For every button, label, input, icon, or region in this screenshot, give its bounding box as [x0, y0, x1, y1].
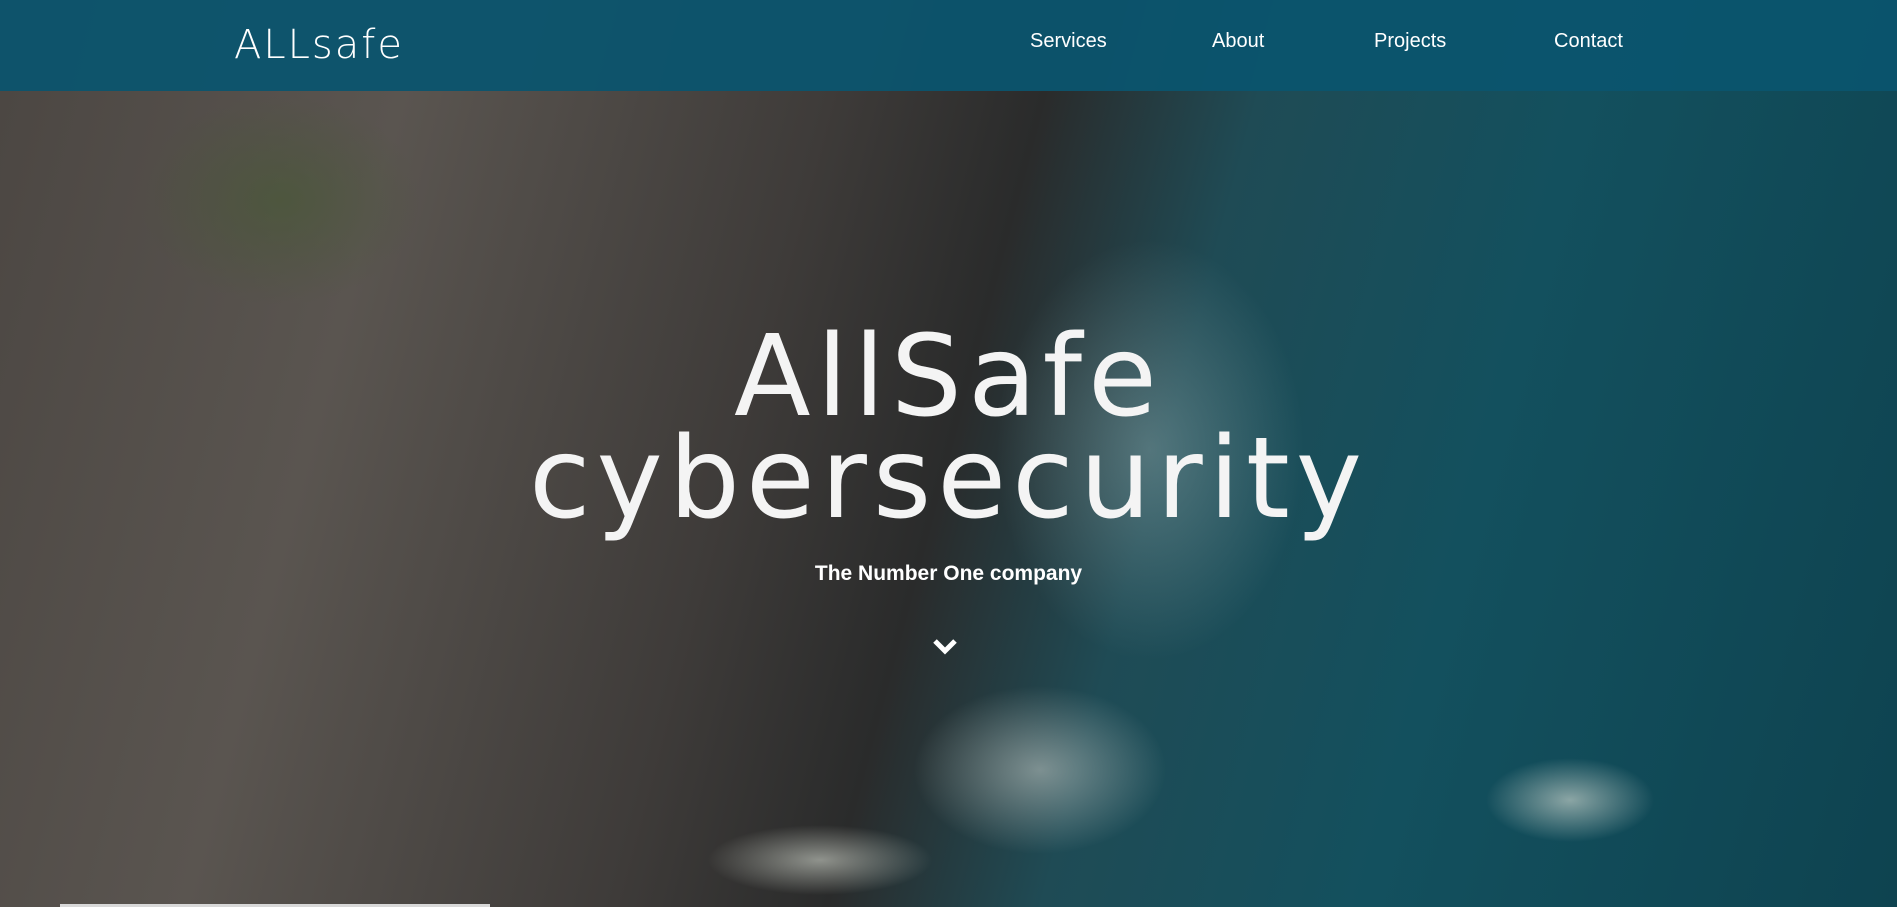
hero-title-line2: cybersecurity: [528, 414, 1369, 544]
logo[interactable]: ALLsafe: [234, 22, 404, 68]
nav-services[interactable]: Services: [1030, 30, 1107, 53]
nav-contact[interactable]: Contact: [1554, 30, 1623, 53]
nav-projects[interactable]: Projects: [1374, 30, 1446, 53]
hero-subtitle: The Number One company: [814, 562, 1083, 585]
top-navigation-bar: ALLsafe Services About Projects Contact: [0, 0, 1897, 91]
nav-about[interactable]: About: [1212, 30, 1264, 53]
chevron-down-icon[interactable]: [931, 632, 959, 660]
